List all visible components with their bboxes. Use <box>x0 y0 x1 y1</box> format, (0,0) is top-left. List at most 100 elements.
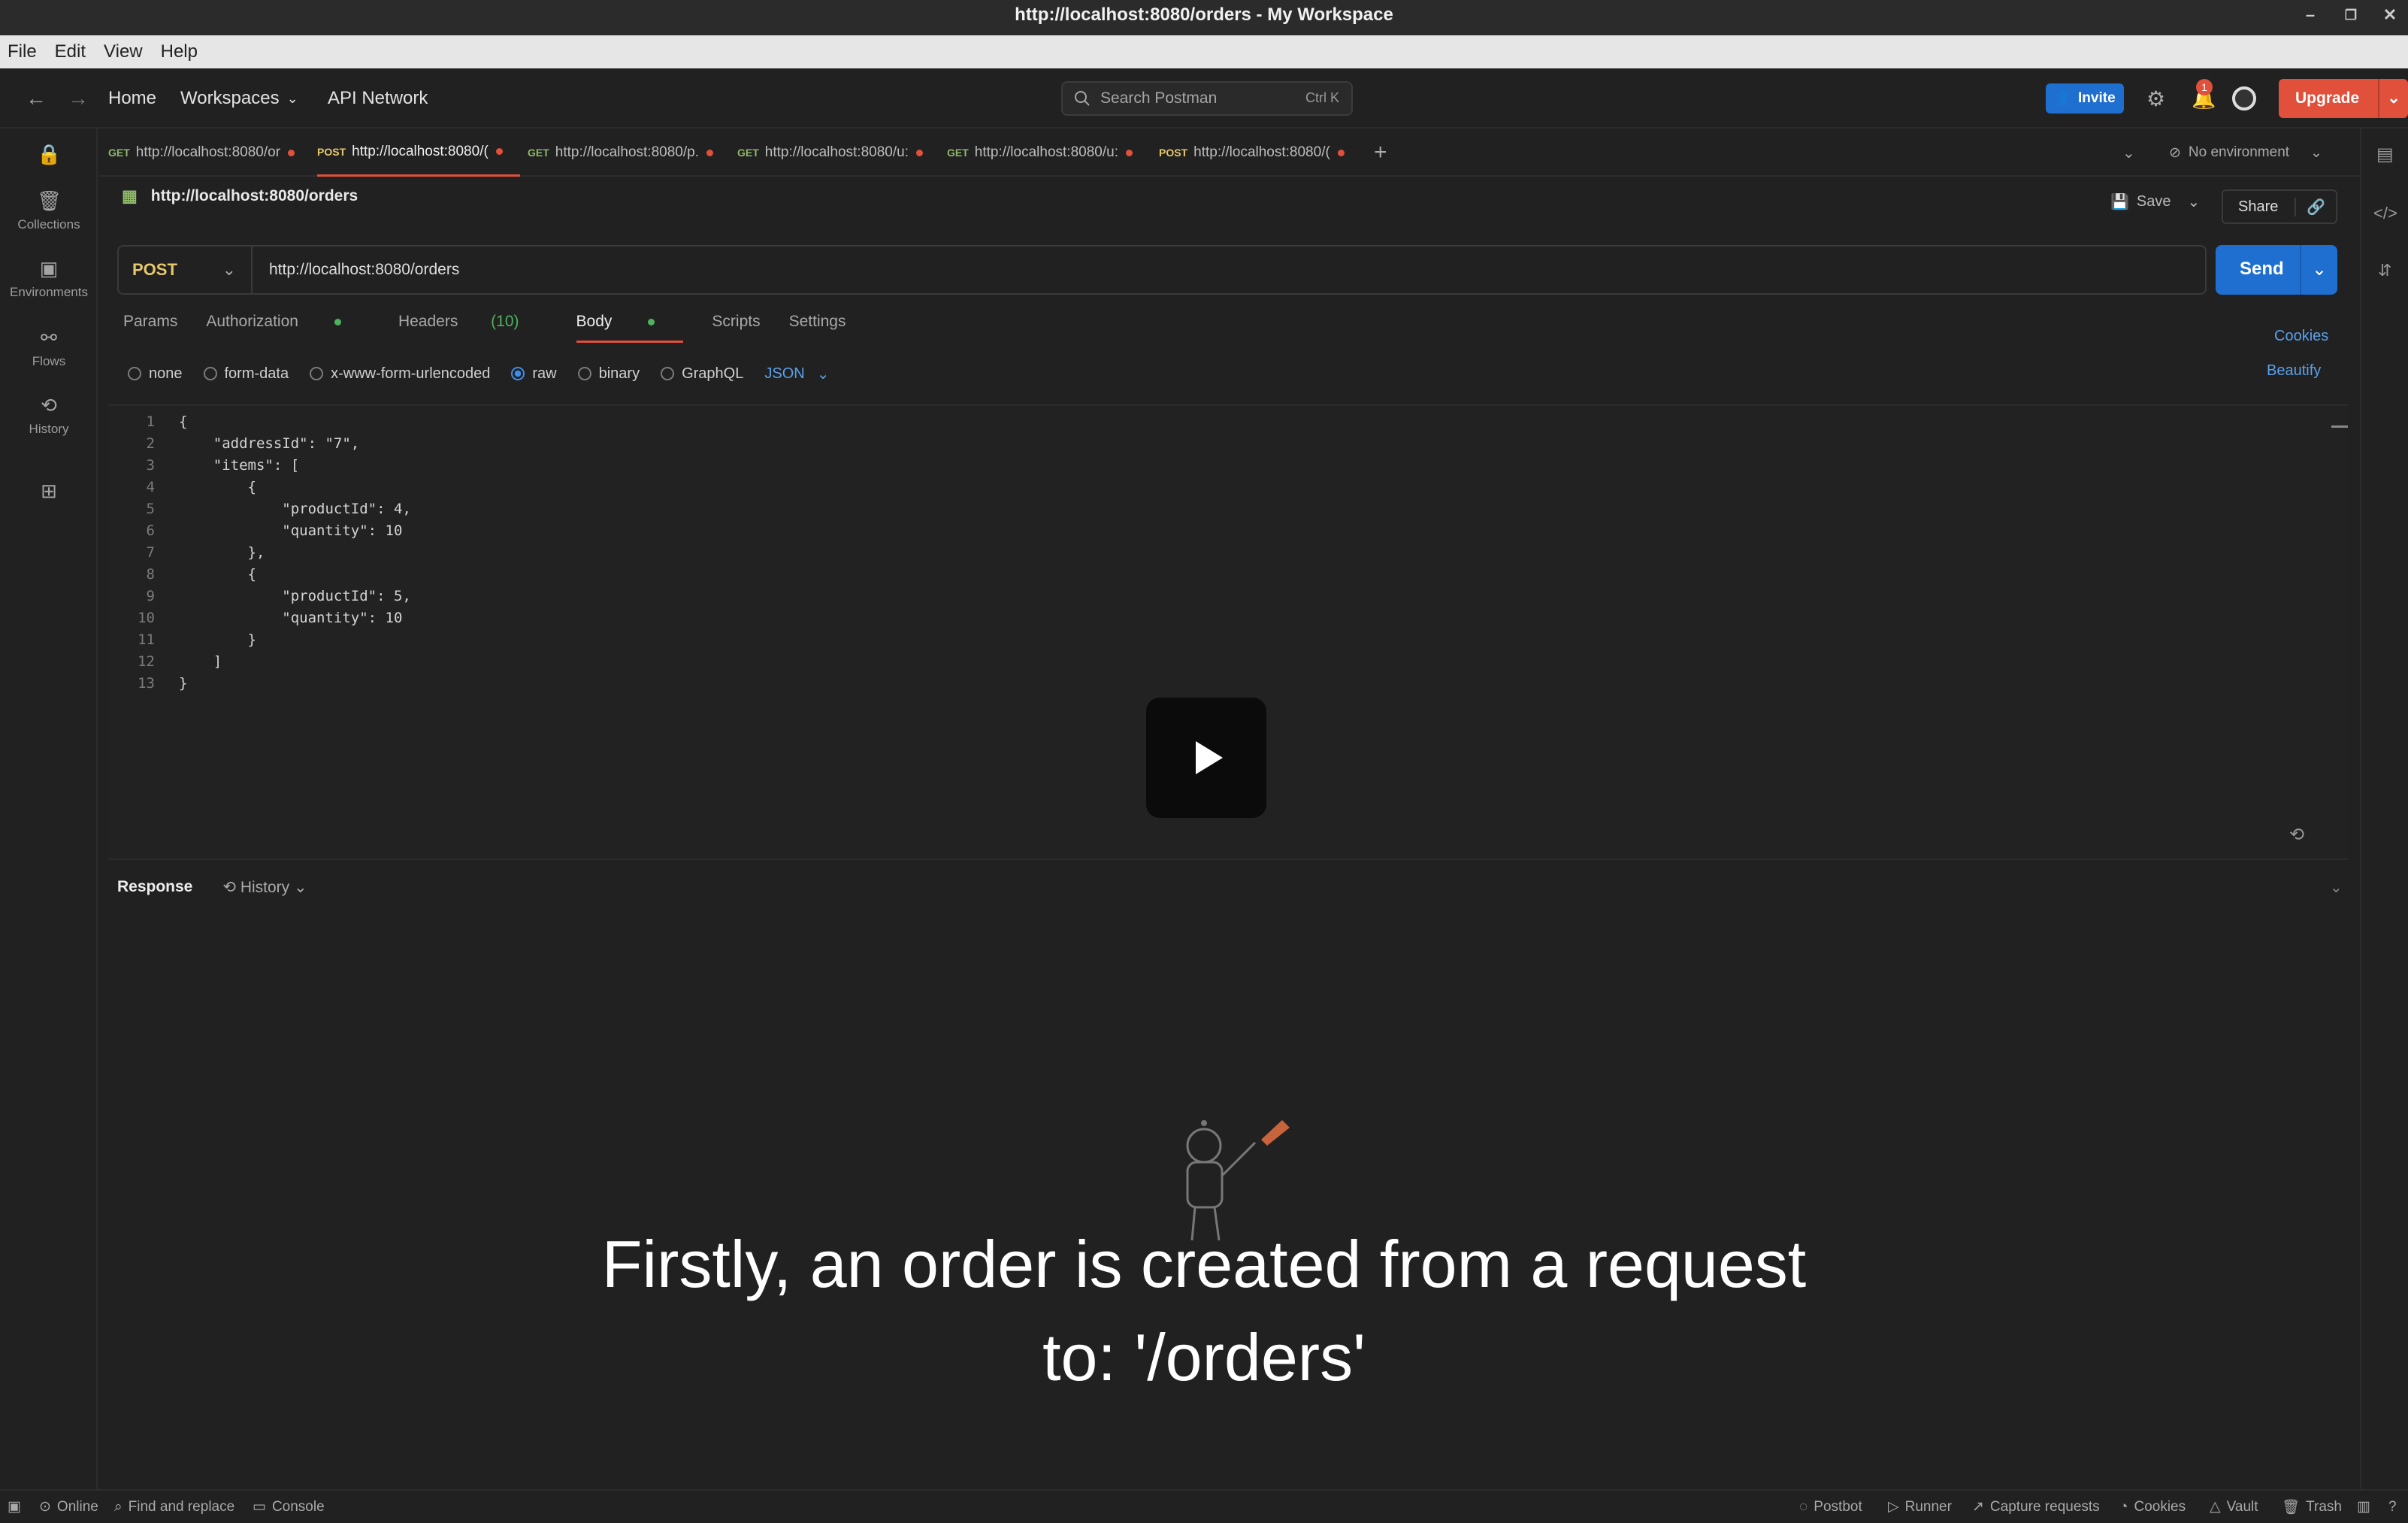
invite-button[interactable]: 👤 Invite <box>2046 83 2124 114</box>
notification-badge: 1 <box>2196 79 2213 95</box>
console-button[interactable]: ▭ Console <box>253 1491 325 1523</box>
body-format-selector[interactable]: JSON ⌄ <box>764 365 829 383</box>
layout-icon[interactable]: ▥ <box>2357 1491 2370 1523</box>
request-tab[interactable]: GET http://localhost:8080/or <box>108 129 311 177</box>
home-link[interactable]: Home <box>108 68 156 129</box>
body-option-graphql[interactable]: GraphQL <box>661 365 743 383</box>
option-label: form-data <box>224 365 289 382</box>
share-label: Share <box>2238 198 2279 215</box>
collapse-icon[interactable]: ⇵ <box>2378 261 2391 280</box>
method-selector[interactable]: POST ⌄ <box>119 247 253 293</box>
tab-authorization[interactable]: Authorization <box>206 313 370 343</box>
upgrade-label: Upgrade <box>2295 89 2360 107</box>
find-replace-button[interactable]: ⌕ Find and replace <box>114 1491 234 1523</box>
code-line: } <box>179 675 188 692</box>
menu-bar: File Edit View Help <box>0 35 2408 68</box>
line-number: 9 <box>146 588 155 604</box>
trash-button[interactable]: 🗑 Trash <box>2282 1491 2342 1523</box>
sidebar-item-environments[interactable]: ▣ Environments <box>0 256 98 300</box>
notifications-bell-icon[interactable]: 🔔 <box>2192 68 2216 129</box>
runner-button[interactable]: ▷ Runner <box>1888 1491 1952 1523</box>
minimize-icon[interactable]: – <box>2292 0 2328 30</box>
online-status[interactable]: ⊙ Online <box>39 1491 98 1523</box>
link-icon[interactable]: 🔗 <box>2295 197 2325 216</box>
settings-gear-icon[interactable]: ⚙ <box>2146 68 2165 129</box>
body-option-urlencoded[interactable]: x-www-form-urlencoded <box>310 365 490 383</box>
cookies-button[interactable]: ◔ Cookies <box>2119 1491 2186 1523</box>
vault-button[interactable]: △ Vault <box>2210 1491 2258 1523</box>
tab-params[interactable]: Params <box>123 313 177 343</box>
trash-icon: 🗑 <box>2282 1499 2301 1515</box>
response-history-button[interactable]: ⟲ History ⌄ <box>222 878 307 897</box>
menu-edit[interactable]: Edit <box>55 41 86 62</box>
menu-file[interactable]: File <box>8 41 37 62</box>
video-play-button[interactable] <box>1146 698 1266 818</box>
code-line: } <box>179 631 256 648</box>
forward-arrow-icon[interactable]: → <box>68 68 89 129</box>
request-tab[interactable]: GET http://localhost:8080/u: <box>947 129 1150 177</box>
back-arrow-icon[interactable]: ← <box>26 68 47 129</box>
response-label: Response <box>117 878 193 895</box>
request-tab-active[interactable]: POST http://localhost:8080/( <box>317 129 520 177</box>
line-number: 2 <box>146 435 155 452</box>
sidebar-item-history[interactable]: ⟲ History <box>0 393 98 437</box>
history-restore-icon[interactable]: ⟲ <box>2289 824 2304 846</box>
chevron-down-icon[interactable]: ⌄ <box>2188 192 2201 211</box>
request-title[interactable]: http://localhost:8080/orders <box>151 187 358 205</box>
new-tab-plus-icon[interactable]: + <box>1374 129 1387 177</box>
cookies-link[interactable]: Cookies <box>2274 328 2328 345</box>
restore-icon[interactable]: ❐ <box>2333 0 2369 30</box>
body-option-none[interactable]: none <box>128 365 183 383</box>
docs-icon[interactable]: ▤ <box>2376 144 2394 165</box>
url-input[interactable]: http://localhost:8080/orders <box>269 247 459 293</box>
code-icon[interactable]: </> <box>2373 204 2397 223</box>
apps-grid-icon[interactable]: ⊞ <box>0 479 98 507</box>
workspaces-menu[interactable]: Workspaces ⌄ <box>180 68 298 129</box>
save-button[interactable]: 💾 Save ⌄ <box>2110 192 2200 211</box>
lock-icon[interactable]: 🔒 <box>0 142 98 171</box>
sidebar-item-collections[interactable]: 🗑 Collections <box>0 189 98 232</box>
menu-view[interactable]: View <box>104 41 143 62</box>
body-option-binary[interactable]: binary <box>577 365 640 383</box>
tab-body[interactable]: Body <box>576 313 684 343</box>
request-tab[interactable]: GET http://localhost:8080/p. <box>528 129 731 177</box>
toggle-sidebar-icon[interactable]: ▣ <box>8 1491 21 1523</box>
tab-label: http://localhost:8080/u: <box>974 144 1118 160</box>
minimap-handle[interactable] <box>2331 425 2348 428</box>
app-header: ← → Home Workspaces ⌄ API Network Search … <box>0 68 2408 129</box>
sidebar-item-flows[interactable]: ⚯ Flows <box>0 325 98 369</box>
tab-scripts[interactable]: Scripts <box>712 313 760 343</box>
option-label: x-www-form-urlencoded <box>331 365 491 382</box>
beautify-link[interactable]: Beautify <box>2267 362 2321 380</box>
send-button[interactable]: Send ⌄ <box>2216 245 2337 295</box>
status-dot <box>334 318 341 325</box>
help-icon[interactable]: ? <box>2388 1491 2397 1523</box>
environment-selector[interactable]: ⊘ No environment ⌄ <box>2169 129 2342 177</box>
tabs-overflow-chevron-icon[interactable]: ⌄ <box>2122 129 2135 177</box>
upgrade-chevron-icon[interactable]: ⌄ <box>2378 79 2408 118</box>
menu-help[interactable]: Help <box>161 41 198 62</box>
share-button[interactable]: Share 🔗 <box>2222 189 2337 224</box>
url-bar: POST ⌄ http://localhost:8080/orders <box>117 245 2207 295</box>
avatar[interactable] <box>2232 86 2256 111</box>
response-collapse-chevron-icon[interactable]: ⌄ <box>2330 878 2343 897</box>
search-input[interactable]: Search Postman Ctrl K <box>1061 81 1353 116</box>
api-network-link[interactable]: API Network <box>328 68 428 129</box>
postbot-button[interactable]: ◌ Postbot <box>1799 1491 1862 1523</box>
tab-settings[interactable]: Settings <box>789 313 846 343</box>
tab-headers[interactable]: Headers (10) <box>398 313 548 343</box>
body-option-form-data[interactable]: form-data <box>203 365 289 383</box>
close-icon[interactable]: ✕ <box>2372 0 2408 30</box>
chevron-down-icon: ⌄ <box>294 878 307 896</box>
code-line: "quantity": 10 <box>179 610 403 626</box>
search-placeholder: Search Postman <box>1100 89 1218 107</box>
request-tab[interactable]: POST http://localhost:8080/( <box>1159 129 1362 177</box>
postbot-icon: ◌ <box>1799 1498 1808 1515</box>
body-option-raw[interactable]: raw <box>511 365 557 383</box>
postbot-label: Postbot <box>1814 1498 1862 1515</box>
tab-headers-label: Headers <box>398 313 458 330</box>
capture-requests-button[interactable]: ↗ Capture requests <box>1972 1491 2100 1523</box>
request-tab[interactable]: GET http://localhost:8080/u: <box>737 129 940 177</box>
upgrade-button[interactable]: Upgrade ⌄ <box>2279 79 2408 118</box>
send-options-chevron-icon[interactable]: ⌄ <box>2300 245 2337 295</box>
